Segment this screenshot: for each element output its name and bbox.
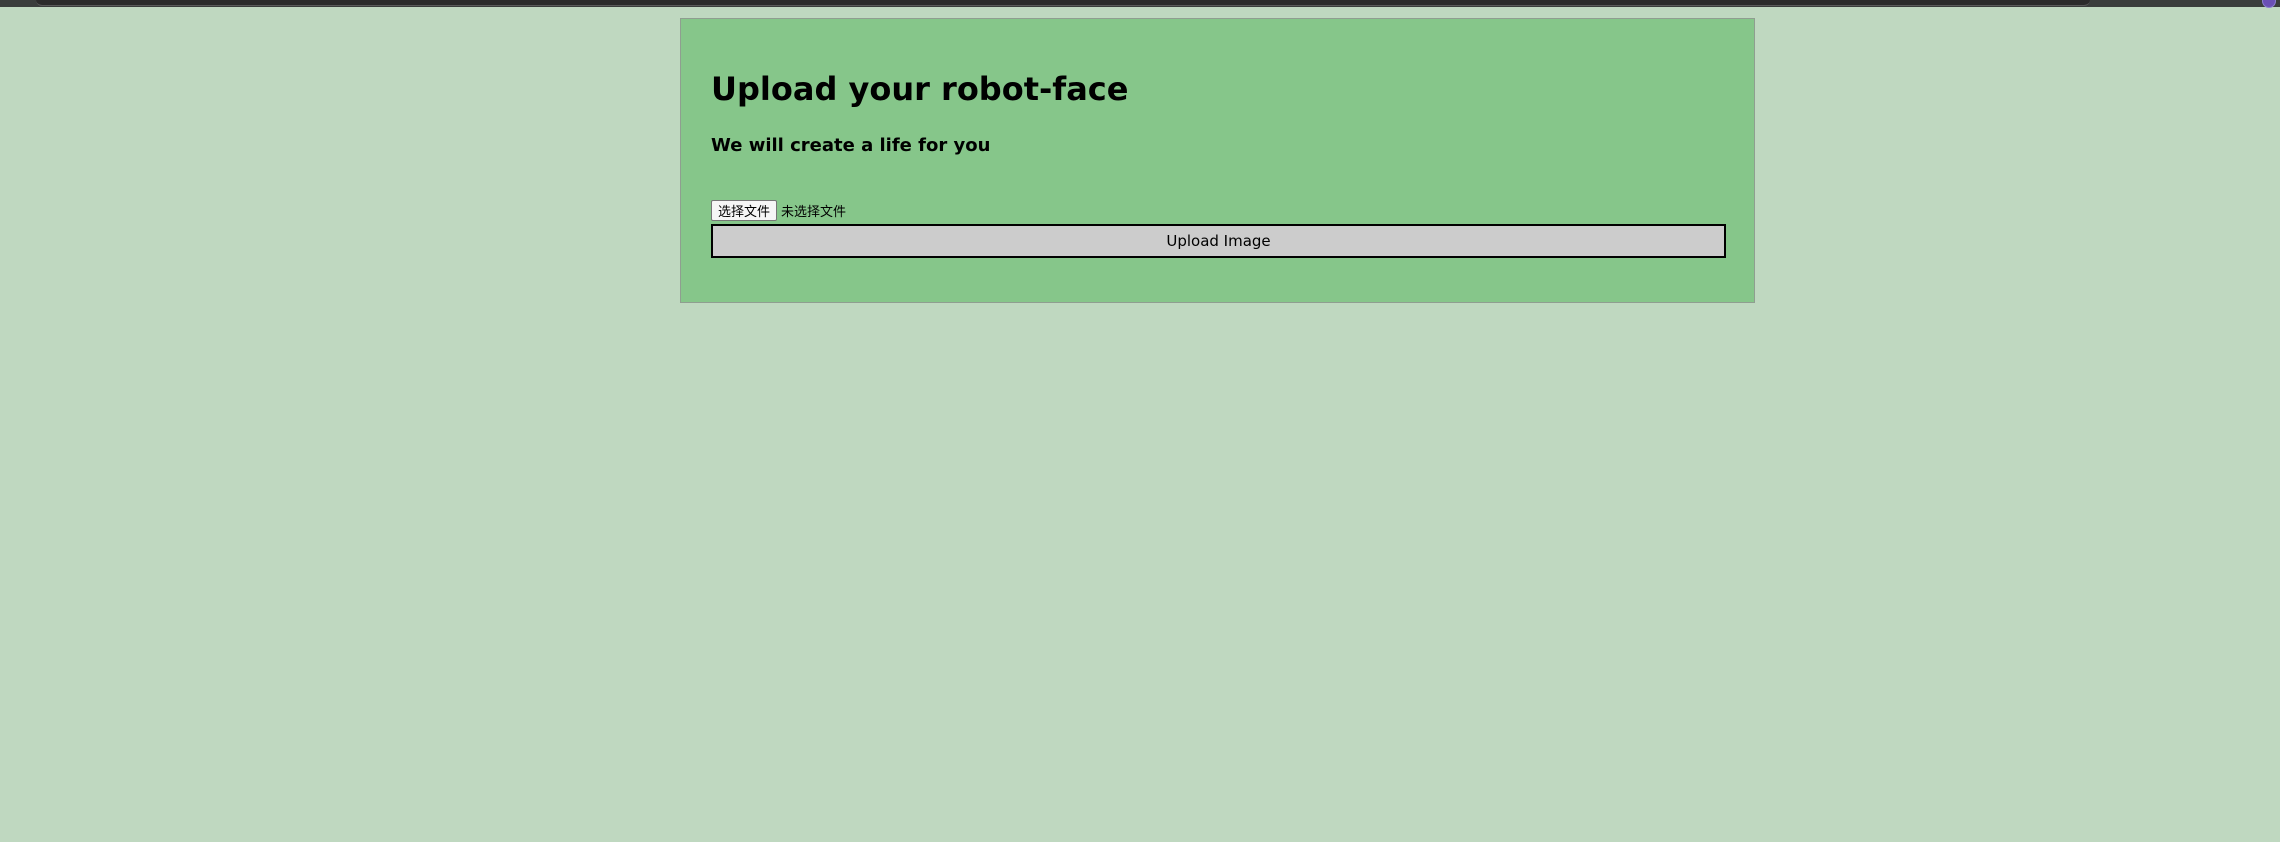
page-title: Upload your robot-face xyxy=(711,70,1129,108)
choose-file-button[interactable]: 选择文件 xyxy=(711,200,778,221)
file-input[interactable]: 选择文件 未选择文件 xyxy=(711,200,846,221)
upload-card: Upload your robot-face We will create a … xyxy=(680,18,1755,303)
browser-top-strip xyxy=(0,0,2280,8)
browser-extension-icon[interactable] xyxy=(2262,0,2276,8)
browser-address-bar xyxy=(36,0,2090,6)
file-status-text: 未选择文件 xyxy=(781,205,847,220)
page-subtitle: We will create a life for you xyxy=(711,135,991,156)
upload-image-button[interactable]: Upload Image xyxy=(711,224,1726,258)
